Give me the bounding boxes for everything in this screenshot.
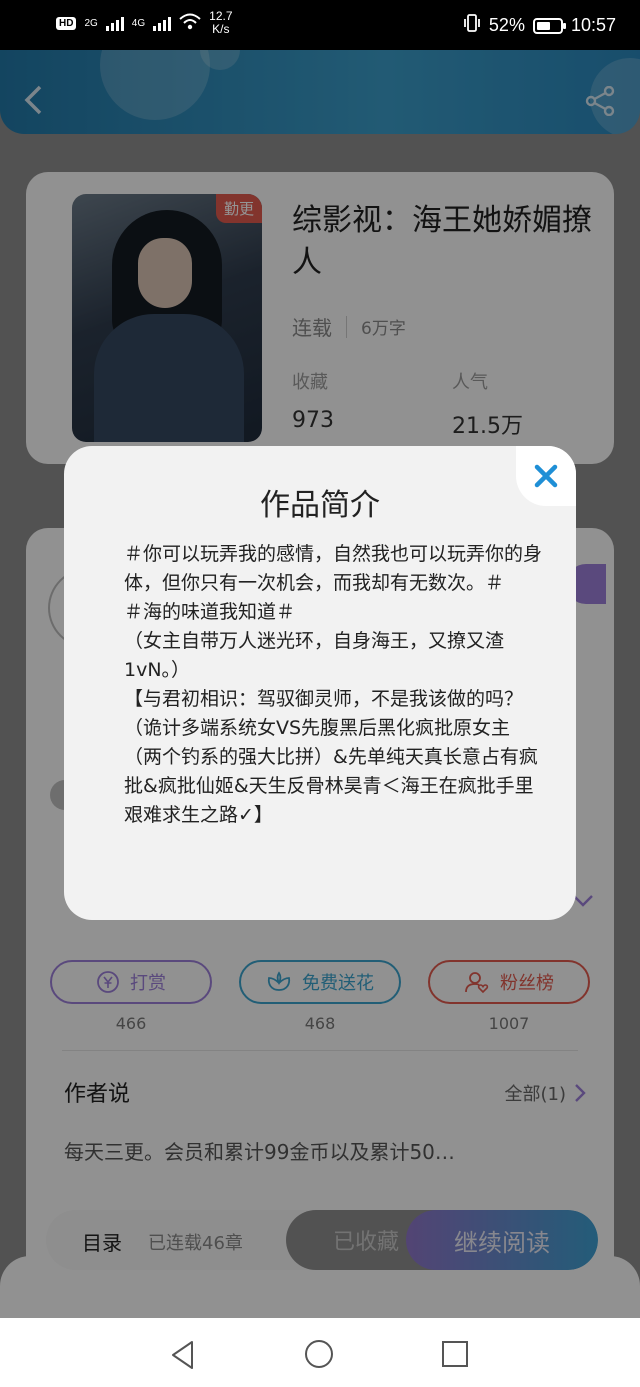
battery-icon	[532, 17, 566, 34]
signal-4g-icon	[153, 15, 172, 31]
network-speed-unit: K/s	[212, 22, 230, 36]
synopsis-modal: 作品简介 ＃你可以玩弄我的感情，自然我也可以玩弄你的身体，但你只有一次机会，而我…	[64, 446, 576, 920]
synopsis-paragraph: ＃你可以玩弄我的感情，自然我也可以玩弄你的身体，但你只有一次机会，而我却有无数次…	[124, 543, 543, 594]
nav-back-icon	[172, 1341, 193, 1369]
network-4g-label: 4G	[131, 17, 146, 29]
synopsis-paragraph: 【与君初相识：驾驭御灵师，不是我该做的吗？（诡计多端系统女VS先腹黑后黑化疯批原…	[124, 688, 538, 826]
battery-percent: 52%	[488, 15, 525, 35]
status-bar: HD 2G 4G 12.7 K/s 52% 10:57	[0, 0, 640, 50]
nav-recent-icon[interactable]	[442, 1341, 468, 1367]
network-2g-label: 2G	[84, 17, 98, 29]
hd-badge: HD	[56, 16, 77, 30]
nav-home-icon[interactable]	[305, 1340, 333, 1368]
clock: 10:57	[570, 15, 616, 35]
modal-title: 作品简介	[260, 488, 380, 523]
status-left: HD 2G 4G 12.7 K/s	[56, 10, 233, 36]
vibrate-icon	[463, 13, 481, 38]
modal-close-button[interactable]	[516, 446, 576, 506]
signal-2g-icon	[105, 15, 124, 31]
synopsis-paragraph: ＃海的味道我知道＃	[124, 601, 296, 623]
nav-back-button[interactable]	[170, 1340, 196, 1374]
system-nav-bar	[0, 1318, 640, 1387]
close-icon	[534, 464, 558, 488]
synopsis-paragraph: （女主自带万人迷光环，自身海王，又撩又渣1vN。）	[124, 630, 505, 681]
synopsis-text: ＃你可以玩弄我的感情，自然我也可以玩弄你的身体，但你只有一次机会，而我却有无数次…	[124, 540, 544, 830]
network-speed-value: 12.7	[209, 9, 233, 23]
network-speed: 12.7 K/s	[209, 10, 232, 36]
status-right: 52% 10:57	[463, 13, 616, 38]
wifi-icon	[179, 13, 201, 34]
